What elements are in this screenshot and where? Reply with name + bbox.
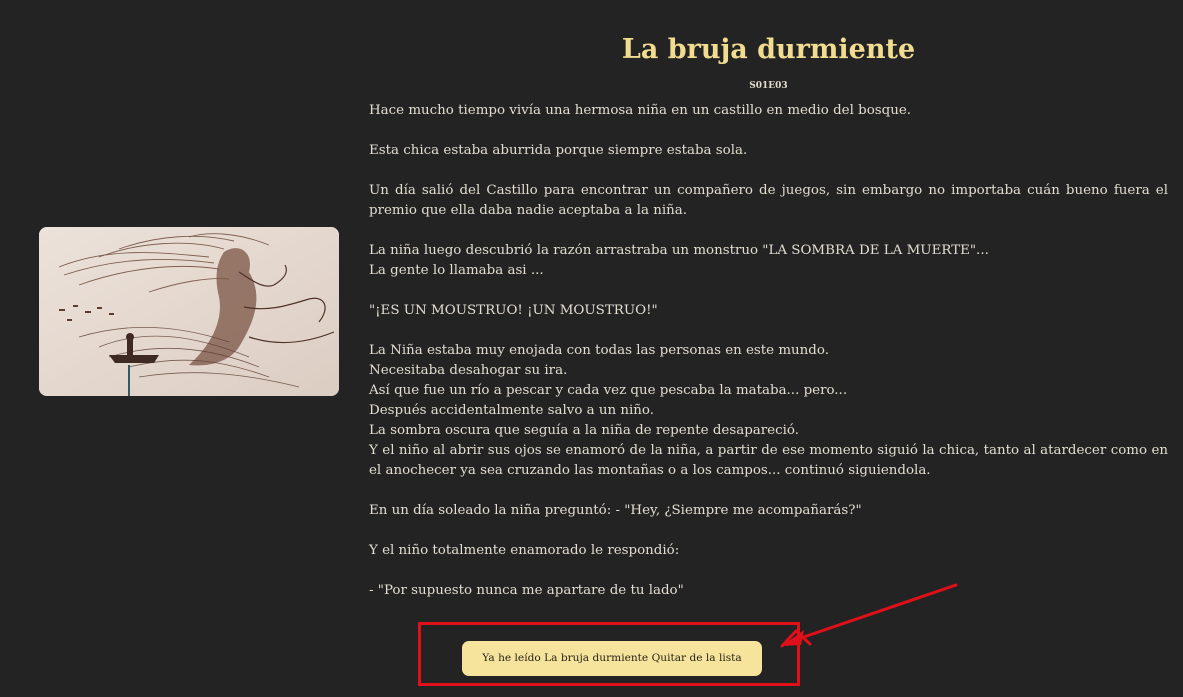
story-line: La sombra oscura que seguía a la niña de… [369,423,799,438]
story-paragraph: Esta chica estaba aburrida porque siempr… [369,141,1168,161]
story-line: Hace mucho tiempo vivía una hermosa niña… [369,103,912,118]
story-text: Hace mucho tiempo vivía una hermosa niña… [369,101,1168,601]
story-paragraph: Y el niño totalmente enamorado le respon… [369,541,1168,561]
story-line: Y el niño totalmente enamorado le respon… [369,543,680,558]
story-line: En un día soleado la niña preguntó: - "H… [369,503,862,518]
story-line: Un día salió del Castillo para encontrar… [369,183,1168,218]
story-paragraph: - "Por supuesto nunca me apartare de tu … [369,581,1168,601]
mark-as-read-button[interactable]: Ya he leído La bruja durmiente Quitar de… [462,641,762,676]
story-paragraph: Hace mucho tiempo vivía una hermosa niña… [369,101,1168,121]
story-line: Después accidentalmente salvo a un niño. [369,403,655,418]
story-line: La Niña estaba muy enojada con todas las… [369,343,829,358]
witch-illustration [39,227,339,396]
story-line: - "Por supuesto nunca me apartare de tu … [369,583,684,598]
story-line: "¡ES UN MOUSTRUO! ¡UN MOUSTRUO!" [369,303,658,318]
story-paragraph: "¡ES UN MOUSTRUO! ¡UN MOUSTRUO!" [369,301,1168,321]
story-line: Así que fue un río a pescar y cada vez q… [369,383,848,398]
witch-illustration-drawing [39,227,339,396]
annotation-arrow-icon [780,583,958,648]
story-paragraph: La Niña estaba muy enojada con todas las… [369,341,1168,481]
story-title: La bruja durmiente [621,34,916,65]
story-paragraph: En un día soleado la niña preguntó: - "H… [369,501,1168,521]
story-line: La niña luego descubrió la razón arrastr… [369,243,989,258]
episode-label: S01E03 [749,81,788,91]
story-line: La gente lo llamaba asi ... [369,263,544,278]
story-line: Y el niño al abrir sus ojos se enamoró d… [369,443,1168,478]
story-paragraph: Un día salió del Castillo para encontrar… [369,181,1168,221]
story-paragraph: La niña luego descubrió la razón arrastr… [369,241,1168,281]
story-line: Necesitaba desahogar su ira. [369,363,568,378]
story-line: Esta chica estaba aburrida porque siempr… [369,143,748,158]
